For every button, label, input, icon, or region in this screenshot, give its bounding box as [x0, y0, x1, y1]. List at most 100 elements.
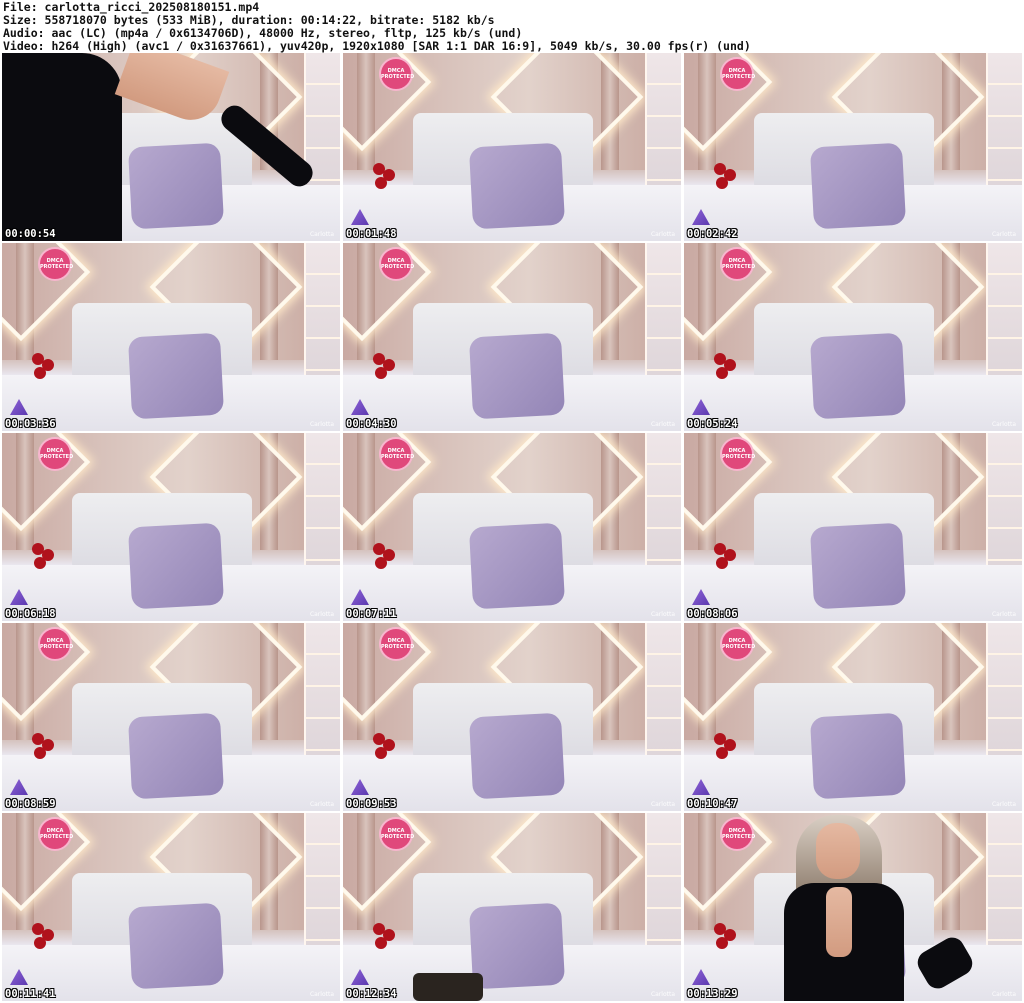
- thumbnail-timestamp: 00:02:42: [687, 228, 738, 240]
- watermark: Carlotta: [309, 801, 334, 808]
- watermark: Carlotta: [991, 801, 1016, 808]
- video-thumbnail: DMCA PROTECTED Carlotta 00:07:11: [343, 433, 681, 621]
- video-thumbnail: DMCA PROTECTED Carlotta 00:10:47: [684, 623, 1022, 811]
- dmca-badge: DMCA PROTECTED: [38, 817, 73, 851]
- lavender-pillow: [809, 522, 907, 610]
- lavender-pillow: [809, 332, 907, 420]
- video-info-line: Video: h264 (High) (avc1 / 0x31637661), …: [3, 40, 751, 53]
- dmca-badge: DMCA PROTECTED: [379, 57, 415, 91]
- watermark: Carlotta: [309, 421, 334, 428]
- roses: [714, 543, 742, 583]
- roses: [373, 733, 401, 773]
- video-thumbnail: DMCA PROTECTEDCarlotta00:00:54: [2, 53, 340, 241]
- lavender-pillow: [468, 522, 566, 610]
- watermark: Carlotta: [650, 231, 675, 238]
- watermark: Carlotta: [991, 231, 1016, 238]
- dmca-badge-text: DMCA PROTECTED: [722, 68, 756, 80]
- dmca-badge-text: DMCA PROTECTED: [722, 638, 756, 650]
- watermark: Carlotta: [991, 991, 1016, 998]
- dmca-badge: DMCA PROTECTED: [379, 247, 415, 281]
- lavender-pillow: [468, 142, 566, 230]
- watermark: Carlotta: [650, 611, 675, 618]
- lavender-pillow: [127, 712, 225, 800]
- roses: [373, 543, 401, 583]
- figure-chest: [826, 887, 852, 957]
- dmca-badge-text: DMCA PROTECTED: [381, 258, 415, 270]
- dmca-badge-text: DMCA PROTECTED: [40, 638, 74, 650]
- video-thumbnail: DMCA PROTECTED Carlotta 00:11:41: [2, 813, 340, 1001]
- watermark: Carlotta: [309, 611, 334, 618]
- dmca-badge: DMCA PROTECTED: [720, 57, 756, 91]
- dmca-badge: DMCA PROTECTED: [379, 437, 414, 471]
- dmca-badge-text: DMCA PROTECTED: [40, 448, 74, 460]
- thumbnail-timestamp: 00:12:34: [346, 988, 397, 1000]
- dmca-badge-text: DMCA PROTECTED: [381, 828, 415, 840]
- thumbnail-timestamp: 00:01:48: [346, 228, 397, 240]
- dark-cloth: [413, 973, 483, 1001]
- thumbnail-timestamp: 00:03:36: [5, 418, 56, 430]
- lavender-pillow: [468, 712, 566, 800]
- dmca-badge-text: DMCA PROTECTED: [381, 68, 415, 80]
- lavender-pillow: [468, 332, 566, 420]
- watermark: Carlotta: [309, 231, 334, 238]
- dmca-badge: DMCA PROTECTED: [720, 627, 756, 661]
- thumbnail-timestamp: 00:11:41: [5, 988, 56, 1000]
- audio-info-line: Audio: aac (LC) (mp4a / 0x6134706D), 480…: [3, 27, 523, 40]
- dmca-badge: DMCA PROTECTED: [38, 627, 74, 661]
- dmca-badge-text: DMCA PROTECTED: [722, 258, 756, 270]
- thumbnail-timestamp: 00:08:59: [5, 798, 56, 810]
- file-info-header: File: carlotta_ricci_202508180151.mp4 Si…: [3, 1, 1021, 53]
- dmca-badge: DMCA PROTECTED: [720, 247, 756, 281]
- watermark: Carlotta: [991, 421, 1016, 428]
- thumbnail-timestamp: 00:08:06: [687, 608, 738, 620]
- dmca-badge: DMCA PROTECTED: [379, 627, 415, 661]
- video-thumbnail: DMCA PROTECTED Carlotta 00:04:30: [343, 243, 681, 431]
- roses: [32, 733, 60, 773]
- roses: [714, 353, 742, 393]
- dmca-badge: DMCA PROTECTED: [38, 247, 74, 281]
- dmca-badge-text: DMCA PROTECTED: [381, 638, 415, 650]
- lavender-pillow: [127, 332, 225, 420]
- thumbnail-timestamp: 00:04:30: [346, 418, 397, 430]
- video-thumbnail: DMCA PROTECTED Carlotta 00:08:06: [684, 433, 1022, 621]
- watermark: Carlotta: [309, 991, 334, 998]
- lavender-pillow: [127, 142, 225, 230]
- video-thumbnail: DMCA PROTECTED Carlotta 00:05:24: [684, 243, 1022, 431]
- thumbnail-timestamp: 00:10:47: [687, 798, 738, 810]
- thumbnail-timestamp: 00:00:54: [5, 228, 56, 240]
- thumbnail-timestamp: 00:09:53: [346, 798, 397, 810]
- watermark: Carlotta: [650, 421, 675, 428]
- thumbnail-timestamp: 00:07:11: [346, 608, 397, 620]
- dmca-badge-text: DMCA PROTECTED: [40, 258, 74, 270]
- roses: [32, 353, 60, 393]
- roses: [714, 923, 742, 963]
- video-thumbnail: DMCA PROTECTED Carlotta 00:13:29: [684, 813, 1022, 1001]
- video-thumbnail: DMCA PROTECTED Carlotta 00:06:18: [2, 433, 340, 621]
- video-thumbnail: DMCA PROTECTED Carlotta 00:09:53: [343, 623, 681, 811]
- thumbnail-timestamp: 00:06:18: [5, 608, 56, 620]
- lavender-pillow: [127, 522, 225, 610]
- video-thumbnail: DMCA PROTECTED Carlotta 00:01:48: [343, 53, 681, 241]
- video-thumbnail: DMCA PROTECTED Carlotta 00:03:36: [2, 243, 340, 431]
- roses: [32, 923, 60, 963]
- watermark: Carlotta: [991, 611, 1016, 618]
- file-size-line: Size: 558718070 bytes (533 MiB), duratio…: [3, 14, 495, 27]
- dmca-badge-text: DMCA PROTECTED: [722, 828, 756, 840]
- thumbnail-grid: DMCA PROTECTED Carlotta 00:00:54 DMCA PROTE…: [2, 53, 1022, 1001]
- roses: [373, 923, 401, 963]
- watermark: Carlotta: [650, 991, 675, 998]
- lavender-pillow: [127, 902, 225, 990]
- video-thumbnail: DMCA PROTECTED Carlotta 00:08:59: [2, 623, 340, 811]
- video-thumbnail: DMCA PROTECTED Carlotta 00:12:34: [343, 813, 681, 1001]
- dmca-badge: DMCA PROTECTED: [720, 437, 755, 471]
- lavender-pillow: [809, 712, 907, 800]
- watermark: Carlotta: [650, 801, 675, 808]
- figure-face: [816, 823, 860, 879]
- thumbnail-timestamp: 00:13:29: [687, 988, 738, 1000]
- dmca-badge: DMCA PROTECTED: [720, 817, 756, 851]
- roses: [714, 163, 742, 203]
- roses: [373, 163, 401, 203]
- video-thumbnail: DMCA PROTECTED Carlotta 00:02:42: [684, 53, 1022, 241]
- roses: [714, 733, 742, 773]
- roses: [373, 353, 401, 393]
